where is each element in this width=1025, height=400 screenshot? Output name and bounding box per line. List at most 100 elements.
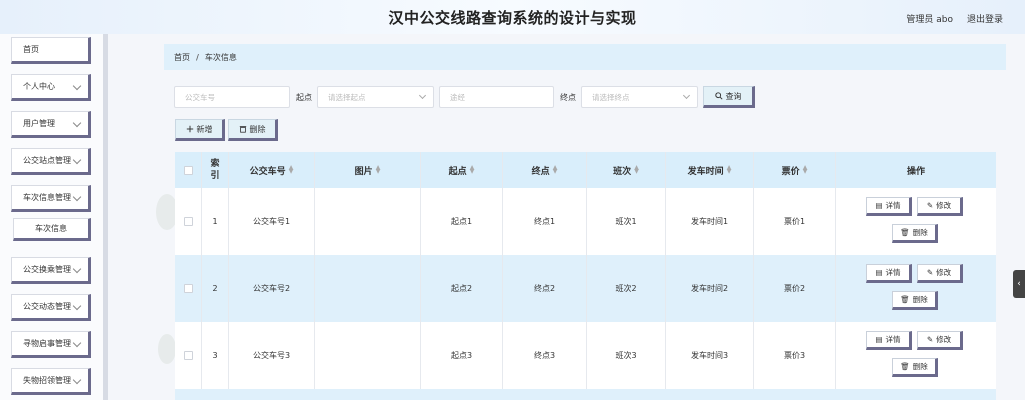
header-shift[interactable]: 班次 ▲ ▼ xyxy=(587,152,666,188)
checkbox[interactable] xyxy=(183,284,193,293)
breadcrumb-home[interactable]: 首页 xyxy=(174,52,190,63)
top-bar: 汉中公交线路查询系统的设计与实现 管理员 abo 退出登录 xyxy=(0,0,1025,34)
start-select[interactable]: 请选择起点 xyxy=(317,86,434,108)
detail-icon: ▤ xyxy=(875,201,883,210)
add-button-label: 新增 xyxy=(196,124,213,134)
app-title: 汉中公交线路查询系统的设计与实现 xyxy=(388,9,637,27)
detail-button-label: 详情 xyxy=(885,201,901,210)
chevron-down-icon xyxy=(72,338,82,348)
header-start[interactable]: 起点 ▲ ▼ xyxy=(421,152,503,188)
edit-button[interactable]: ✎ 修改 xyxy=(917,197,963,216)
sidebar-subitem-trip-info[interactable]: 车次信息 xyxy=(13,218,91,241)
checkbox[interactable] xyxy=(183,217,193,226)
trash-icon xyxy=(239,126,246,133)
header-end[interactable]: 终点 ▲ ▼ xyxy=(503,152,587,188)
cell-start: 起点1 xyxy=(421,188,503,255)
cell-index: 3 xyxy=(202,322,229,389)
search-bar: 公交车号 起点 请选择起点 途经 终点 请选择终点 查询 xyxy=(108,86,1025,108)
detail-button-label: 详情 xyxy=(885,335,901,344)
header-depart-time[interactable]: 发车时间 ▲ ▼ xyxy=(666,152,754,188)
chevron-down-icon xyxy=(72,192,82,202)
header-end-label: 终点 xyxy=(531,166,550,177)
header-image[interactable]: 图片 ▲ ▼ xyxy=(315,152,421,188)
sidebar-item-dynamics[interactable]: 公交动态管理 xyxy=(11,294,91,321)
cell-depart-time: 发车时间3 xyxy=(666,322,754,389)
chevron-left-icon: ‹ xyxy=(1017,279,1021,289)
sidebar-item-users[interactable]: 用户管理 xyxy=(11,111,91,138)
edit-icon: ✎ xyxy=(926,335,934,344)
sidebar-item-transfers[interactable]: 公交换乘管理 xyxy=(11,257,91,284)
cell-end: 终点1 xyxy=(503,188,587,255)
cell-shift: 班次1 xyxy=(587,188,666,255)
delete-button-label: 删除 xyxy=(912,295,928,304)
sidebar-subitem-label: 车次信息 xyxy=(35,224,67,233)
sidebar-item-found[interactable]: 失物招领管理 xyxy=(11,368,91,395)
delete-button[interactable]: 🗑 删除 xyxy=(892,358,938,377)
edit-button[interactable]: ✎ 修改 xyxy=(917,331,963,350)
chevron-down-icon xyxy=(418,91,427,100)
breadcrumb: 首页 / 车次信息 xyxy=(164,44,1006,70)
via-input[interactable]: 途经 xyxy=(439,86,554,108)
table-header: 索引 公交车号 ▲ ▼ 图片 ▲ ▼ 起点 ▲ ▼ 终点 ▲ ▼ 班次 ▲ ▼ 发车时间 ▲ ▼ 票价 ▲… xyxy=(175,152,996,188)
sidebar-item-profile[interactable]: 个人中心 xyxy=(11,74,91,101)
cell-bus-no: 公交车号2 xyxy=(229,255,315,322)
chevron-down-icon xyxy=(72,118,82,128)
header-index: 索引 xyxy=(202,152,229,188)
table-row: 3 公交车号3 起点3 终点3 班次3 发车时间3 票价3 ▤ 详情 ✎ 修改 🗑 删… xyxy=(175,322,996,389)
cell-image xyxy=(315,188,421,255)
sidebar-item-home[interactable]: 首页 xyxy=(11,37,91,64)
header-bus-no[interactable]: 公交车号 ▲ ▼ xyxy=(229,152,315,188)
sidebar-item-lost-notice[interactable]: 寻物启事管理 xyxy=(11,331,91,358)
logout-link[interactable]: 退出登录 xyxy=(967,12,1003,25)
row-select-cell xyxy=(175,322,202,389)
sort-icon[interactable]: ▲ ▼ xyxy=(634,165,639,175)
chevron-down-icon xyxy=(72,375,82,385)
delete-button-label: 删除 xyxy=(912,228,928,237)
table-row: 1 公交车号1 起点1 终点1 班次1 发车时间1 票价1 ▤ 详情 ✎ 修改 🗑 删… xyxy=(175,188,996,255)
cell-end: 终点2 xyxy=(503,255,587,322)
decorative-leaf xyxy=(158,334,176,364)
sort-icon[interactable]: ▲ ▼ xyxy=(803,165,808,175)
edit-button[interactable]: ✎ 修改 xyxy=(917,264,963,283)
start-label: 起点 xyxy=(296,93,312,102)
cell-start: 起点2 xyxy=(421,255,503,322)
header-select-all[interactable] xyxy=(175,152,202,188)
header-fare-label: 票价 xyxy=(781,166,800,177)
plus-icon xyxy=(186,125,193,133)
cell-fare: 票价3 xyxy=(754,322,836,389)
cell-ops: ▤ 详情 ✎ 修改 🗑 删除 xyxy=(836,188,996,255)
chevron-down-icon xyxy=(72,155,82,165)
sort-icon[interactable]: ▲ ▼ xyxy=(470,165,475,175)
sort-icon[interactable]: ▲ ▼ xyxy=(553,165,558,175)
sidebar: 首页 个人中心 用户管理 公交站点管理 车次信息管理 车次信息 公交换乘管理 公… xyxy=(0,34,108,400)
detail-button[interactable]: ▤ 详情 xyxy=(866,331,912,350)
delete-button[interactable]: 🗑 删除 xyxy=(892,291,938,310)
cell-bus-no: 公交车号3 xyxy=(229,322,315,389)
cell-fare: 票价1 xyxy=(754,188,836,255)
sort-icon[interactable]: ▲ ▼ xyxy=(289,165,294,175)
row-select-cell xyxy=(175,188,202,255)
add-button[interactable]: 新增 xyxy=(175,119,225,141)
detail-button[interactable]: ▤ 详情 xyxy=(866,197,912,216)
user-label: 管理员 abo xyxy=(906,15,953,25)
header-shift-label: 班次 xyxy=(613,166,632,177)
checkbox[interactable] xyxy=(183,165,193,175)
row-select-cell xyxy=(175,255,202,322)
query-button[interactable]: 查询 xyxy=(703,86,755,108)
sort-icon[interactable]: ▲ ▼ xyxy=(727,165,732,175)
checkbox[interactable] xyxy=(183,351,193,360)
batch-delete-button[interactable]: 删除 xyxy=(228,119,278,141)
sort-icon[interactable]: ▲ ▼ xyxy=(376,165,381,175)
sidebar-item-trips[interactable]: 车次信息管理 xyxy=(11,185,91,212)
header-fare[interactable]: 票价 ▲ ▼ xyxy=(754,152,836,188)
query-button-label: 查询 xyxy=(725,91,742,101)
delete-button[interactable]: 🗑 删除 xyxy=(892,224,938,243)
sidebar-item-label: 失物招领管理 xyxy=(23,376,71,385)
end-select[interactable]: 请选择终点 xyxy=(581,86,698,108)
bus-no-input[interactable]: 公交车号 xyxy=(174,86,290,108)
detail-button[interactable]: ▤ 详情 xyxy=(866,264,912,283)
cell-index: 1 xyxy=(202,188,229,255)
collapse-panel-button[interactable]: ‹ xyxy=(1013,270,1025,298)
sidebar-item-label: 公交动态管理 xyxy=(23,302,71,311)
sidebar-item-stations[interactable]: 公交站点管理 xyxy=(11,148,91,175)
